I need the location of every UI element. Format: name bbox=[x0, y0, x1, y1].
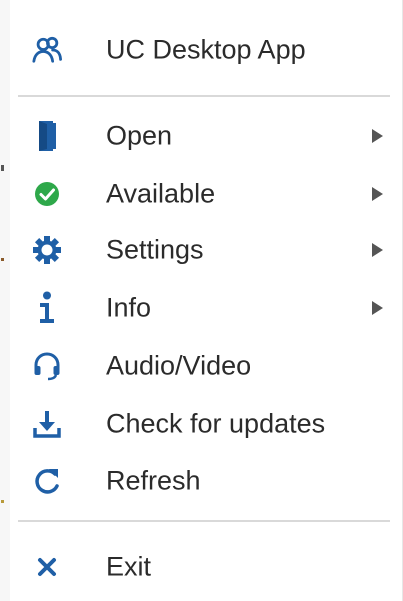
menu-separator bbox=[18, 520, 390, 522]
gear-icon bbox=[32, 235, 62, 265]
menu-item-available[interactable]: Available bbox=[10, 170, 390, 218]
tray-context-menu: UC Desktop App Open Available Settings I… bbox=[10, 0, 403, 601]
submenu-arrow-icon bbox=[372, 301, 383, 315]
submenu-arrow-icon bbox=[372, 129, 383, 143]
menu-item-exit[interactable]: Exit bbox=[10, 543, 390, 591]
menu-item-label: Refresh bbox=[106, 465, 201, 496]
menu-item-settings[interactable]: Settings bbox=[10, 226, 390, 274]
desktop-edge-mark bbox=[1, 500, 4, 503]
menu-header-app-title: UC Desktop App bbox=[10, 26, 390, 74]
menu-item-open[interactable]: Open bbox=[10, 112, 390, 160]
menu-item-label: Settings bbox=[106, 234, 204, 265]
check-circle-icon bbox=[32, 179, 62, 209]
door-icon bbox=[32, 121, 62, 151]
menu-item-label: Exit bbox=[106, 551, 152, 582]
headset-icon bbox=[32, 351, 62, 381]
menu-item-label: Open bbox=[106, 120, 173, 151]
info-icon bbox=[32, 291, 62, 323]
submenu-arrow-icon bbox=[372, 187, 383, 201]
download-icon bbox=[32, 409, 62, 439]
refresh-icon bbox=[32, 466, 62, 496]
menu-item-check-for-updates[interactable]: Check for updates bbox=[10, 400, 390, 448]
menu-item-info[interactable]: Info bbox=[10, 284, 390, 332]
menu-item-label: Audio/Video bbox=[106, 350, 252, 381]
menu-separator bbox=[18, 95, 390, 97]
desktop-edge-mark bbox=[1, 165, 4, 171]
menu-item-label: Available bbox=[106, 178, 216, 209]
menu-item-refresh[interactable]: Refresh bbox=[10, 457, 390, 505]
close-icon bbox=[32, 552, 62, 582]
menu-item-label: Check for updates bbox=[106, 408, 326, 439]
menu-item-audio-video[interactable]: Audio/Video bbox=[10, 342, 390, 390]
desktop-edge-mark bbox=[1, 258, 4, 261]
submenu-arrow-icon bbox=[372, 243, 383, 257]
menu-item-label: Info bbox=[106, 292, 152, 323]
app-title: UC Desktop App bbox=[106, 34, 306, 65]
users-icon bbox=[32, 35, 62, 65]
